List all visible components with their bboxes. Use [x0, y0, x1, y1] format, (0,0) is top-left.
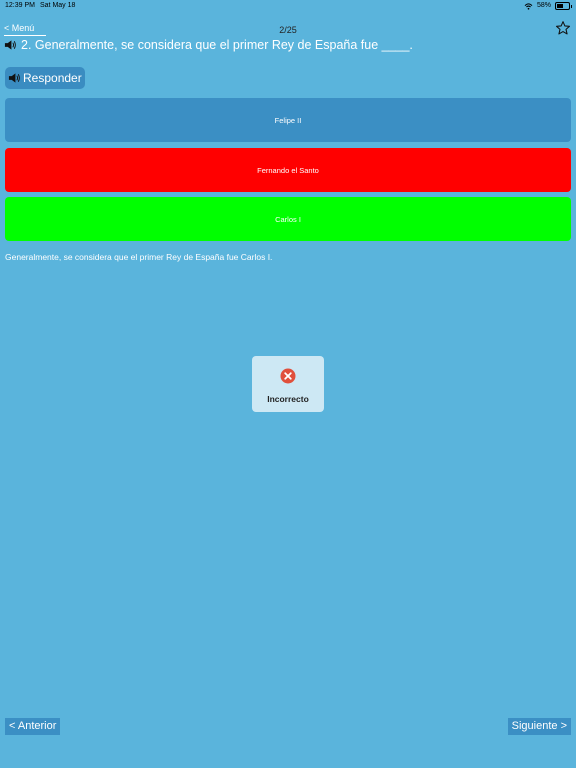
- status-date: Sat May 18: [40, 2, 76, 9]
- question-text: 2. Generalmente, se considera que el pri…: [21, 38, 413, 52]
- next-button[interactable]: Siguiente >: [507, 718, 571, 735]
- respond-button-label: Responder: [23, 71, 82, 85]
- star-icon[interactable]: [555, 20, 571, 36]
- previous-button[interactable]: < Anterior: [5, 718, 61, 735]
- result-popup: Incorrecto: [252, 356, 324, 412]
- answer-option-2[interactable]: Fernando el Santo: [5, 148, 571, 192]
- speaker-icon: [8, 73, 20, 83]
- status-bar: 12:39 PM Sat May 18 58%: [0, 0, 576, 12]
- result-text: Incorrecto: [267, 394, 309, 404]
- answer-explanation: Generalmente, se considera que el primer…: [5, 252, 273, 262]
- wifi-icon: [524, 2, 533, 10]
- status-time: 12:39 PM: [5, 2, 35, 9]
- question-row: 2. Generalmente, se considera que el pri…: [4, 38, 413, 52]
- x-circle-icon: [280, 368, 296, 384]
- respond-button[interactable]: Responder: [5, 67, 85, 89]
- status-right: 58%: [524, 0, 572, 12]
- answer-option-label: Carlos I: [275, 214, 301, 224]
- answer-option-3[interactable]: Carlos I: [5, 197, 571, 241]
- battery-percentage: 58%: [536, 2, 551, 9]
- answer-option-label: Fernando el Santo: [257, 165, 319, 175]
- answer-option-label: Felipe II: [274, 115, 302, 125]
- question-counter: 2/25: [279, 25, 297, 35]
- answer-option-1[interactable]: Felipe II: [5, 98, 571, 142]
- battery-icon: [555, 2, 572, 10]
- quiz-screen: 12:39 PM Sat May 18 58% < Menú 2/25 2. G…: [0, 0, 576, 768]
- speaker-icon[interactable]: [4, 39, 17, 51]
